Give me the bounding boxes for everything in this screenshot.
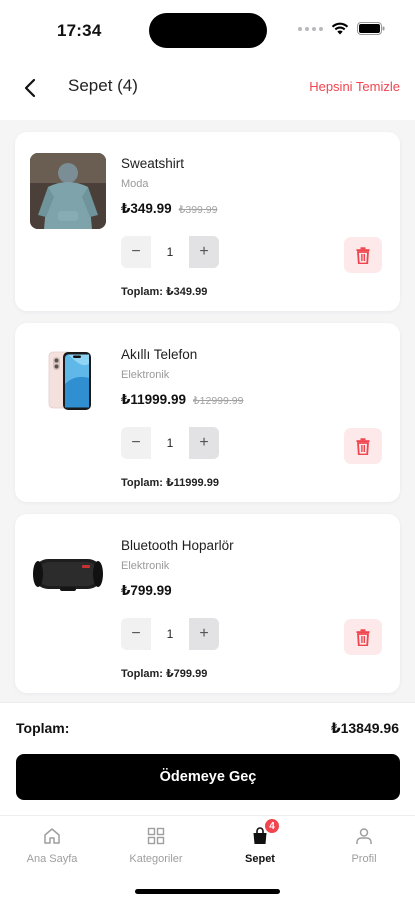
- product-image[interactable]: [30, 535, 106, 611]
- trash-icon: [356, 437, 370, 455]
- sweatshirt-image: [30, 153, 106, 229]
- cart-item: Bluetooth Hoparlör Elektronik ₺799.99 − …: [15, 514, 400, 693]
- product-category: Elektronik: [121, 560, 170, 572]
- back-button[interactable]: [16, 74, 44, 102]
- delete-button[interactable]: [344, 619, 382, 655]
- delete-button[interactable]: [344, 428, 382, 464]
- delete-button[interactable]: [344, 237, 382, 273]
- person-icon: [356, 828, 372, 844]
- product-price: ₺799.99: [121, 583, 172, 598]
- header: Sepet (4) Hepsini Temizle: [0, 58, 415, 120]
- quantity-value: 1: [151, 427, 189, 459]
- price-row: ₺349.99 ₺399.99: [121, 201, 217, 217]
- increase-button[interactable]: +: [189, 236, 219, 268]
- home-icon: [44, 828, 60, 844]
- product-category: Elektronik: [121, 369, 170, 381]
- status-icons: [298, 22, 385, 35]
- decrease-button[interactable]: −: [121, 236, 151, 268]
- cart-item: Akıllı Telefon Elektronik ₺11999.99 ₺129…: [15, 323, 400, 502]
- phone-image: [48, 351, 91, 410]
- tab-profile[interactable]: Profil: [324, 824, 404, 865]
- tab-bar: Ana Sayfa Kategoriler 4 Sepet Profil: [0, 815, 415, 900]
- increase-button[interactable]: +: [189, 427, 219, 459]
- product-name: Akıllı Telefon: [121, 347, 198, 362]
- quantity-stepper: − 1 +: [121, 427, 219, 459]
- tab-categories[interactable]: Kategoriler: [116, 824, 196, 865]
- quantity-stepper: − 1 +: [121, 236, 219, 268]
- product-category: Moda: [121, 178, 149, 190]
- item-subtotal: Toplam: ₺799.99: [121, 668, 208, 680]
- tab-label: Kategoriler: [129, 853, 183, 865]
- tab-home[interactable]: Ana Sayfa: [12, 824, 92, 865]
- price-row: ₺11999.99 ₺12999.99: [121, 392, 243, 408]
- price-row: ₺799.99: [121, 583, 172, 599]
- quantity-value: 1: [151, 236, 189, 268]
- increase-button[interactable]: +: [189, 618, 219, 650]
- decrease-button[interactable]: −: [121, 618, 151, 650]
- product-old-price: ₺12999.99: [192, 395, 244, 407]
- speaker-image: [33, 559, 103, 591]
- cart-list[interactable]: Sweatshirt Moda ₺349.99 ₺399.99 − 1 + To…: [0, 120, 415, 702]
- tab-label: Ana Sayfa: [26, 853, 78, 865]
- quantity-stepper: − 1 +: [121, 618, 219, 650]
- total-label: Toplam:: [16, 720, 70, 736]
- product-price: ₺349.99: [121, 201, 172, 216]
- clear-all-button[interactable]: Hepsini Temizle: [309, 79, 400, 94]
- quantity-value: 1: [151, 618, 189, 650]
- product-name: Bluetooth Hoparlör: [121, 538, 234, 553]
- trash-icon: [356, 628, 370, 646]
- item-subtotal: Toplam: ₺349.99: [121, 286, 208, 298]
- wifi-icon: [331, 22, 349, 35]
- decrease-button[interactable]: −: [121, 427, 151, 459]
- tab-label: Sepet: [245, 853, 275, 865]
- checkout-button[interactable]: Ödemeye Geç: [16, 754, 400, 800]
- product-image[interactable]: [30, 344, 106, 420]
- product-name: Sweatshirt: [121, 156, 185, 171]
- dynamic-island: [149, 13, 267, 48]
- cart-badge: 4: [264, 818, 280, 834]
- cart-item: Sweatshirt Moda ₺349.99 ₺399.99 − 1 + To…: [15, 132, 400, 311]
- status-bar: 17:34: [0, 0, 415, 58]
- product-old-price: ₺399.99: [178, 204, 218, 216]
- grid-icon: [147, 827, 165, 845]
- page-title: Sepet (4): [68, 76, 138, 95]
- battery-icon: [357, 22, 385, 35]
- home-indicator[interactable]: [135, 889, 280, 894]
- total-value: ₺13849.96: [330, 720, 399, 736]
- tab-cart[interactable]: 4 Sepet: [220, 818, 300, 865]
- tab-label: Profil: [351, 853, 377, 865]
- signal-icon: [298, 26, 323, 31]
- product-image[interactable]: [30, 153, 106, 229]
- trash-icon: [356, 246, 370, 264]
- cart-summary: Toplam: ₺13849.96 Ödemeye Geç: [0, 702, 415, 815]
- chevron-left-icon: [24, 78, 36, 98]
- product-price: ₺11999.99: [121, 392, 186, 407]
- item-subtotal: Toplam: ₺11999.99: [121, 477, 219, 489]
- status-time: 17:34: [57, 21, 102, 40]
